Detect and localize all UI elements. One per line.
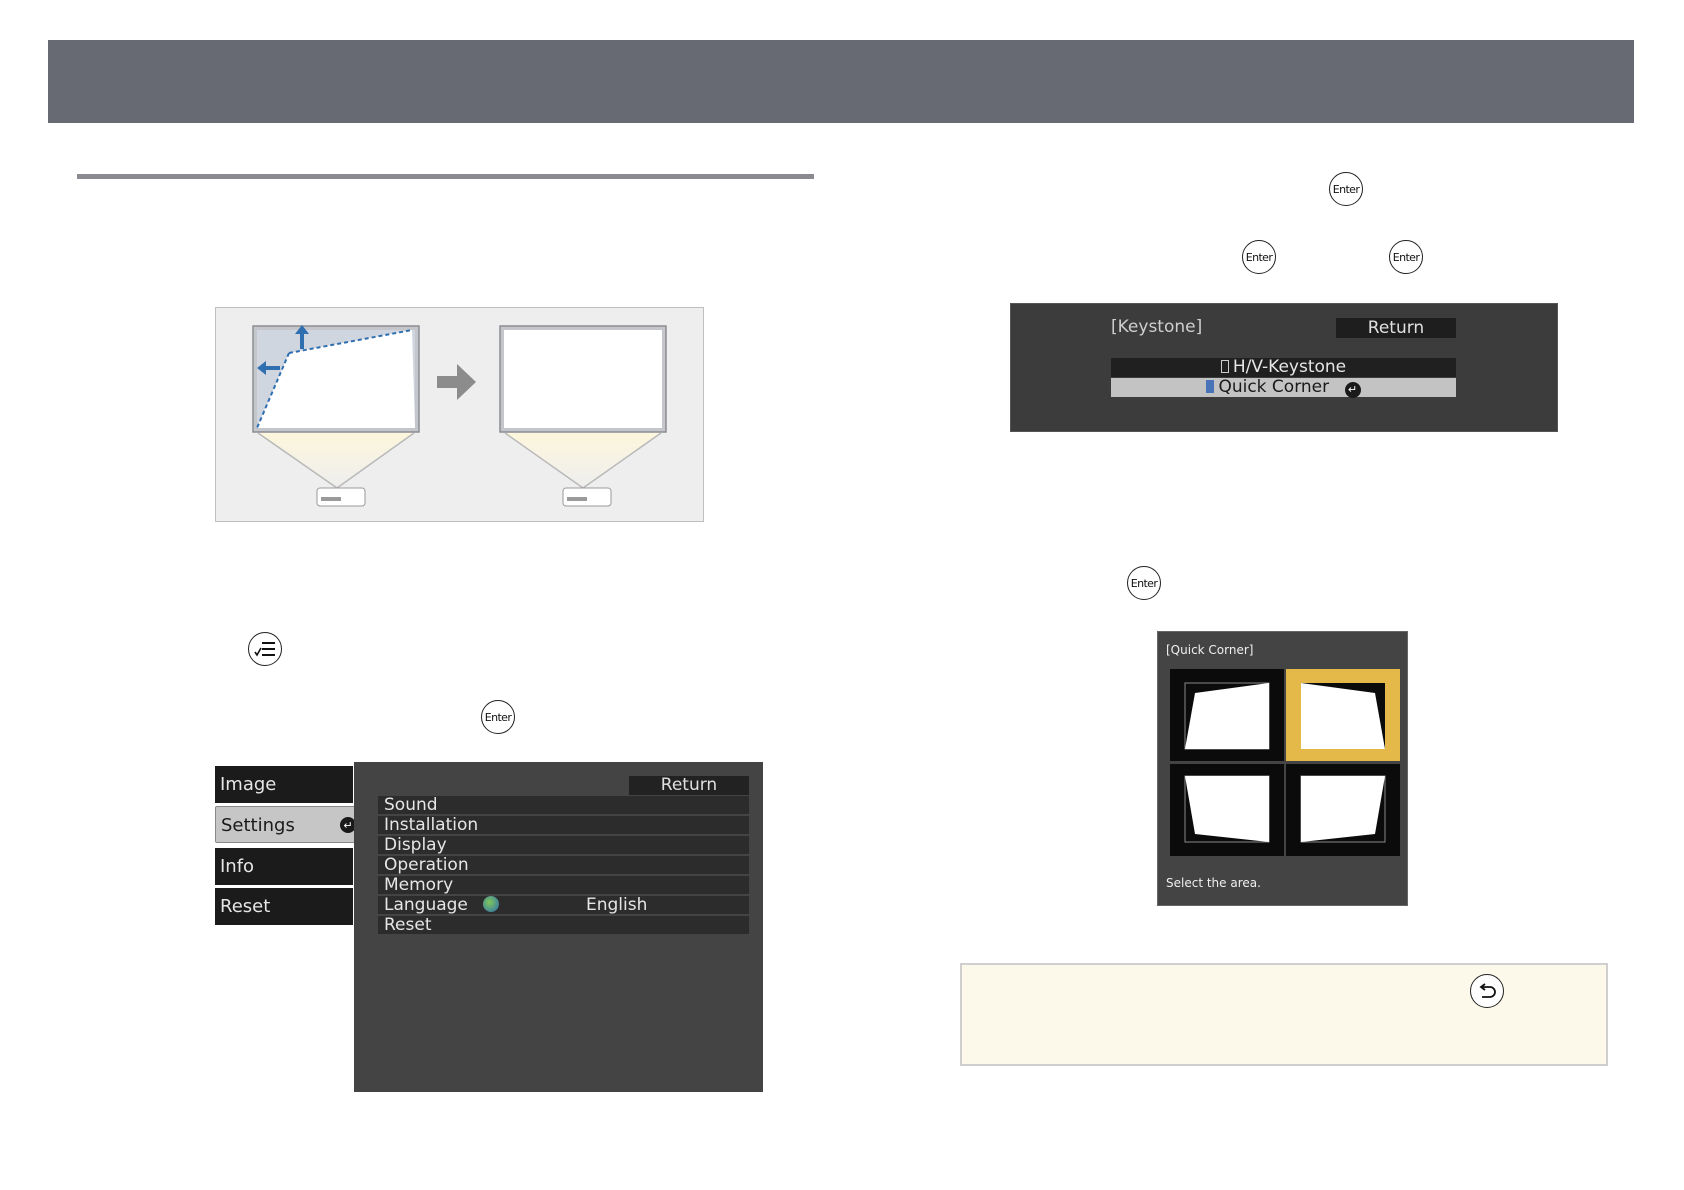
menu-item-display[interactable]: Display bbox=[378, 836, 749, 855]
option-label: H/V-Keystone bbox=[1232, 357, 1347, 377]
header-bar bbox=[48, 40, 1634, 123]
option-label: Quick Corner bbox=[1218, 377, 1330, 397]
enter-icon[interactable]: Enter bbox=[481, 700, 515, 734]
keystone-correction-illustration bbox=[215, 307, 704, 522]
language-value: English bbox=[586, 895, 648, 915]
back-icon[interactable] bbox=[1470, 974, 1504, 1008]
keystone-return-button[interactable]: Return bbox=[1336, 318, 1456, 338]
note-box bbox=[960, 963, 1608, 1066]
menu-item-label: Language bbox=[384, 895, 468, 915]
option-hv-keystone[interactable]: H/V-Keystone bbox=[1111, 358, 1456, 377]
quick-corner-title: [Quick Corner] bbox=[1166, 643, 1254, 657]
enter-icon[interactable]: Enter bbox=[1329, 172, 1363, 206]
option-quick-corner[interactable]: Quick Corner ↵ bbox=[1111, 377, 1456, 398]
tab-settings-label: Settings bbox=[221, 815, 295, 836]
menu-item-label: Sound bbox=[384, 795, 438, 815]
keystone-diagram bbox=[252, 325, 667, 507]
menu-icon[interactable] bbox=[248, 632, 282, 666]
tab-reset[interactable]: Reset bbox=[215, 888, 353, 925]
menu-item-installation[interactable]: Installation bbox=[378, 816, 749, 835]
enter-icon[interactable]: Enter bbox=[1389, 240, 1423, 274]
enter-mark-icon: ↵ bbox=[1344, 381, 1361, 398]
radio-selected-icon bbox=[1206, 380, 1215, 393]
menu-item-label: Display bbox=[384, 835, 447, 855]
corner-bottom-left[interactable] bbox=[1170, 764, 1284, 856]
return-button[interactable]: Return bbox=[629, 776, 749, 795]
radio-icon bbox=[1220, 360, 1229, 373]
globe-icon bbox=[483, 896, 500, 912]
tab-settings[interactable]: Settings ↵ bbox=[215, 806, 365, 843]
keystone-title: [Keystone] bbox=[1111, 317, 1203, 337]
menu-item-reset[interactable]: Reset bbox=[378, 916, 749, 935]
menu-item-memory[interactable]: Memory bbox=[378, 876, 749, 895]
quick-corner-hint: Select the area. bbox=[1166, 876, 1261, 890]
menu-item-sound[interactable]: Sound bbox=[378, 796, 749, 815]
menu-item-label: Operation bbox=[384, 855, 469, 875]
menu-item-label: Reset bbox=[384, 915, 432, 935]
tab-image[interactable]: Image bbox=[215, 766, 353, 803]
menu-item-label: Memory bbox=[384, 875, 454, 895]
menu-item-label: Installation bbox=[384, 815, 479, 835]
menu-item-operation[interactable]: Operation bbox=[378, 856, 749, 875]
menu-item-language[interactable]: Language English bbox=[378, 896, 749, 915]
tab-info[interactable]: Info bbox=[215, 848, 353, 885]
corner-bottom-right[interactable] bbox=[1286, 764, 1400, 856]
corner-top-right[interactable] bbox=[1286, 669, 1400, 761]
corner-top-left[interactable] bbox=[1170, 669, 1284, 761]
enter-icon[interactable]: Enter bbox=[1127, 566, 1161, 600]
enter-icon[interactable]: Enter bbox=[1242, 240, 1276, 274]
section-divider bbox=[77, 174, 814, 179]
